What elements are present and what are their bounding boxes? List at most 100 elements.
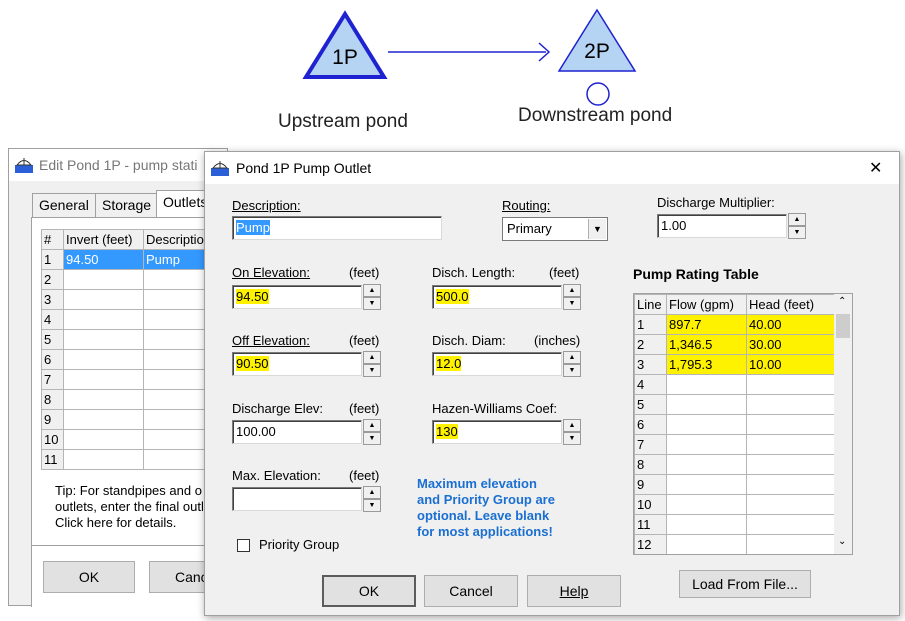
table-row[interactable]: 10 [41, 429, 232, 450]
table-row[interactable]: 9 [634, 474, 835, 495]
scrollbar-thumb[interactable] [836, 314, 850, 338]
on-elevation-spinner[interactable]: ▲ ▼ [363, 284, 381, 310]
table-row[interactable]: 11 [41, 449, 232, 470]
priority-group-checkbox[interactable] [237, 539, 250, 552]
ok-button[interactable]: OK [322, 575, 416, 607]
head-cell[interactable] [746, 374, 835, 395]
table-row[interactable]: 7 [41, 369, 232, 390]
table-row[interactable]: 12 [634, 534, 835, 554]
head-cell[interactable] [746, 514, 835, 535]
head-cell[interactable] [746, 474, 835, 495]
table-row[interactable]: 3 1,795.3 10.00 [634, 354, 835, 375]
spin-up-icon[interactable]: ▲ [363, 486, 381, 499]
help-button[interactable]: Help [527, 575, 621, 607]
table-row[interactable]: 11 [634, 514, 835, 535]
hazen-williams-spinner[interactable]: ▲ ▼ [563, 419, 581, 445]
discharge-elev-input[interactable]: 100.00 [232, 420, 362, 444]
flow-cell[interactable]: 1,795.3 [666, 354, 747, 375]
close-icon[interactable]: ✕ [869, 158, 882, 178]
tab-general[interactable]: General [32, 193, 96, 217]
invert-cell[interactable] [63, 409, 144, 430]
head-cell[interactable]: 40.00 [746, 314, 835, 335]
head-cell[interactable]: 30.00 [746, 334, 835, 355]
off-elevation-spinner[interactable]: ▲ ▼ [363, 351, 381, 377]
flow-cell[interactable] [666, 534, 747, 554]
flow-cell[interactable] [666, 474, 747, 495]
spin-up-icon[interactable]: ▲ [563, 284, 581, 297]
description-input[interactable]: Pump [232, 216, 442, 240]
max-elevation-input[interactable] [232, 487, 362, 511]
edit-ok-button[interactable]: OK [43, 561, 135, 593]
spin-up-icon[interactable]: ▲ [363, 351, 381, 364]
chevron-up-icon[interactable]: ⌃ [838, 296, 846, 307]
disch-diam-spinner[interactable]: ▲ ▼ [563, 351, 581, 377]
disch-length-spinner[interactable]: ▲ ▼ [563, 284, 581, 310]
flow-cell[interactable]: 897.7 [666, 314, 747, 335]
flow-cell[interactable] [666, 494, 747, 515]
routing-select[interactable]: Primary ▼ [502, 217, 608, 241]
table-row[interactable]: 4 [41, 309, 232, 330]
invert-cell[interactable] [63, 449, 144, 470]
table-row[interactable]: 10 [634, 494, 835, 515]
flow-cell[interactable]: 1,346.5 [666, 334, 747, 355]
spin-down-icon[interactable]: ▼ [563, 297, 581, 310]
spin-down-icon[interactable]: ▼ [788, 226, 806, 239]
invert-cell[interactable] [63, 329, 144, 350]
pump-outlet-titlebar[interactable]: Pond 1P Pump Outlet ✕ [205, 152, 899, 184]
chevron-down-icon[interactable]: ⌄ [838, 536, 846, 547]
table-row[interactable]: 4 [634, 374, 835, 395]
spin-down-icon[interactable]: ▼ [363, 432, 381, 445]
max-elevation-spinner[interactable]: ▲ ▼ [363, 486, 381, 512]
table-row[interactable]: 8 [634, 454, 835, 475]
invert-cell[interactable] [63, 269, 144, 290]
discharge-elev-spinner[interactable]: ▲ ▼ [363, 419, 381, 445]
invert-cell[interactable] [63, 309, 144, 330]
discharge-multiplier-spinner[interactable]: ▲ ▼ [788, 213, 806, 239]
invert-cell[interactable] [63, 389, 144, 410]
head-cell[interactable]: 10.00 [746, 354, 835, 375]
head-cell[interactable] [746, 414, 835, 435]
disch-diam-input[interactable]: 12.0 [432, 352, 562, 376]
invert-cell[interactable] [63, 349, 144, 370]
chevron-down-icon[interactable]: ▼ [588, 219, 606, 239]
table-row[interactable]: 7 [634, 434, 835, 455]
off-elevation-input[interactable]: 90.50 [232, 352, 362, 376]
spin-down-icon[interactable]: ▼ [563, 364, 581, 377]
tip-text[interactable]: Tip: For standpipes and o outlets, enter… [55, 483, 204, 531]
hazen-williams-input[interactable]: 130 [432, 420, 562, 444]
on-elevation-input[interactable]: 94.50 [232, 285, 362, 309]
table-row[interactable]: 6 [41, 349, 232, 370]
edit-pond-titlebar[interactable]: Edit Pond 1P - pump stati [9, 149, 227, 181]
table-row[interactable]: 3 [41, 289, 232, 310]
spin-down-icon[interactable]: ▼ [363, 364, 381, 377]
table-row[interactable]: 2 1,346.5 30.00 [634, 334, 835, 355]
table-row[interactable]: 6 [634, 414, 835, 435]
head-cell[interactable] [746, 494, 835, 515]
flow-cell[interactable] [666, 414, 747, 435]
invert-cell[interactable] [63, 369, 144, 390]
spin-up-icon[interactable]: ▲ [563, 351, 581, 364]
spin-up-icon[interactable]: ▲ [788, 213, 806, 226]
flow-cell[interactable] [666, 454, 747, 475]
spin-up-icon[interactable]: ▲ [563, 419, 581, 432]
table-row[interactable]: 1 897.7 40.00 [634, 314, 835, 335]
tab-storage[interactable]: Storage [95, 193, 159, 217]
cancel-button[interactable]: Cancel [424, 575, 518, 607]
flow-cell[interactable] [666, 434, 747, 455]
table-row[interactable]: 5 [634, 394, 835, 415]
table-row[interactable]: 9 [41, 409, 232, 430]
table-row[interactable]: 1 94.50 Pump [41, 249, 232, 270]
table-row[interactable]: 5 [41, 329, 232, 350]
head-cell[interactable] [746, 454, 835, 475]
rating-table-scrollbar[interactable]: ⌃ ⌄ [834, 294, 852, 554]
head-cell[interactable] [746, 434, 835, 455]
spin-up-icon[interactable]: ▲ [363, 419, 381, 432]
head-cell[interactable] [746, 534, 835, 554]
table-row[interactable]: 8 [41, 389, 232, 410]
invert-cell[interactable]: 94.50 [63, 249, 144, 270]
disch-length-input[interactable]: 500.0 [432, 285, 562, 309]
spin-down-icon[interactable]: ▼ [363, 499, 381, 512]
flow-cell[interactable] [666, 394, 747, 415]
table-row[interactable]: 2 [41, 269, 232, 290]
flow-cell[interactable] [666, 514, 747, 535]
